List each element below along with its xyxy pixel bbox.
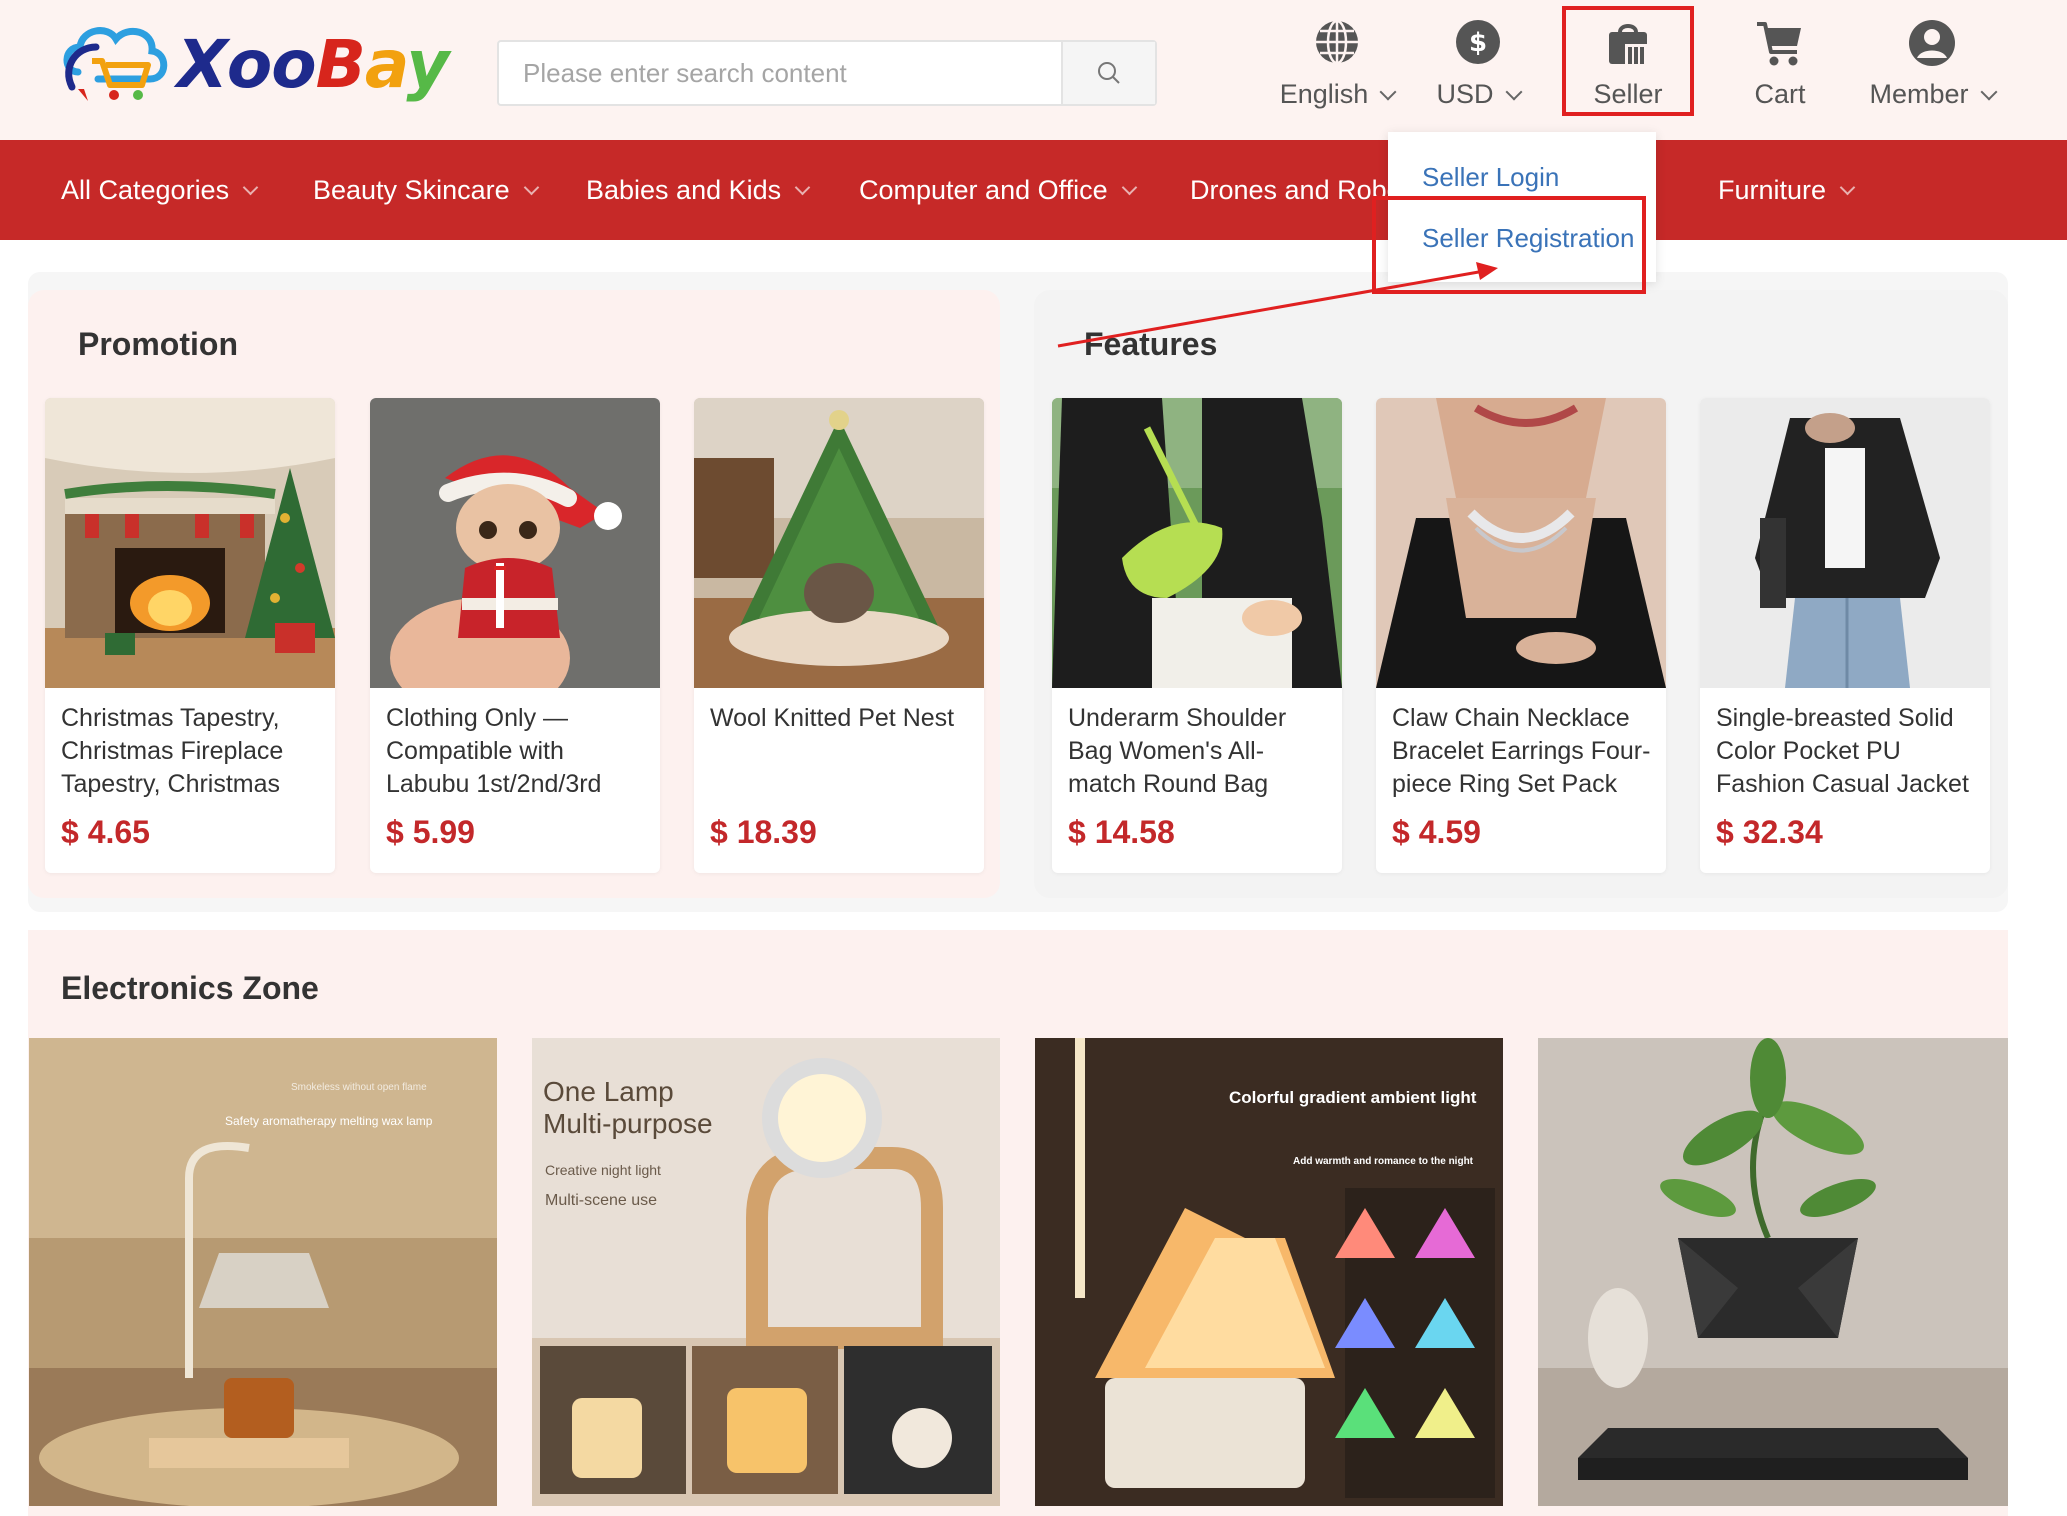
seller-annotation-box [1562, 6, 1694, 116]
nav-computer-office[interactable]: Computer and Office [859, 140, 1137, 240]
electronics-caption: Multi-purpose [543, 1108, 713, 1139]
category-nav: All Categories Beauty Skincare Babies an… [0, 140, 2067, 240]
logo-y: y [406, 25, 449, 103]
currency-selector[interactable]: $ USD [1428, 18, 1528, 110]
nav-babies-kids[interactable]: Babies and Kids [586, 140, 811, 240]
logo[interactable]: XooBay [58, 14, 449, 114]
nav-furniture[interactable]: Furniture [1718, 140, 1856, 240]
chevron-down-icon [523, 179, 539, 195]
product-price: $ 5.99 [386, 814, 475, 850]
electronics-caption: Add warmth and romance to the night [1293, 1156, 1474, 1167]
nav-all-categories[interactable]: All Categories [61, 140, 259, 240]
logo-b: B [315, 25, 366, 103]
search-bar [497, 40, 1157, 106]
member-label: Member [1869, 79, 1969, 109]
header: XooBay English $ USD [0, 0, 2067, 140]
search-button[interactable] [1061, 42, 1155, 104]
features-title: Features [1084, 326, 1218, 362]
product-image [1700, 398, 1990, 688]
electronics-image-one-lamp[interactable]: One Lamp Multi-purpose Creative night li… [532, 1038, 1000, 1506]
search-icon [1098, 62, 1120, 84]
electronics-caption: One Lamp [543, 1076, 674, 1107]
user-avatar-icon [1909, 20, 1955, 66]
chevron-down-icon [1379, 83, 1397, 100]
product-price: $ 4.65 [61, 814, 150, 850]
seller-registration-annotation-box [1372, 196, 1646, 294]
cart-link[interactable]: Cart [1730, 18, 1830, 110]
electronics-caption: Smokeless without open flame [291, 1082, 427, 1093]
nav-label: Beauty Skincare [313, 174, 510, 205]
nav-beauty-skincare[interactable]: Beauty Skincare [313, 140, 539, 240]
product-card[interactable]: Single-breasted Solid Color Pocket PU Fa… [1700, 398, 1990, 873]
product-name: Christmas Tapestry, Christmas Fireplace … [61, 704, 284, 798]
product-image [370, 398, 660, 688]
product-name: Single-breasted Solid Color Pocket PU Fa… [1716, 704, 1969, 798]
logo-a: a [364, 25, 408, 103]
chevron-down-icon [1121, 179, 1137, 195]
electronics-caption: Safety aromatherapy melting wax lamp [225, 1114, 433, 1128]
electronics-caption: Colorful gradient ambient light [1229, 1088, 1477, 1107]
product-price: $ 14.58 [1068, 814, 1175, 850]
product-image [45, 398, 335, 688]
product-price: $ 18.39 [710, 814, 817, 850]
language-label: English [1279, 79, 1369, 109]
product-card[interactable]: Underarm Shoulder Bag Women's All-match … [1052, 398, 1342, 873]
chevron-down-icon [1505, 83, 1522, 100]
dollar-icon: $ [1456, 20, 1500, 64]
chevron-down-icon [1839, 179, 1856, 195]
product-card[interactable]: Claw Chain Necklace Bracelet Earrings Fo… [1376, 398, 1666, 873]
product-name: Wool Knitted Pet Nest [710, 704, 955, 732]
svg-text:$: $ [1469, 28, 1487, 58]
promotion-title: Promotion [78, 326, 238, 362]
product-name: Claw Chain Necklace Bracelet Earrings Fo… [1392, 704, 1651, 798]
cart-logo-icon [58, 17, 173, 112]
electronics-image-levitating-planter[interactable] [1538, 1038, 2008, 1506]
product-name: Clothing Only — Compatible with Labubu 1… [386, 704, 602, 798]
product-image [694, 398, 984, 688]
nav-label: Computer and Office [859, 174, 1108, 205]
product-price: $ 32.34 [1716, 814, 1823, 850]
nav-label: Babies and Kids [586, 174, 782, 205]
electronics-caption: Multi-scene use [545, 1192, 658, 1209]
electronics-title: Electronics Zone [61, 970, 319, 1006]
logo-text: XooBay [177, 25, 449, 103]
product-card[interactable]: Clothing Only — Compatible with Labubu 1… [370, 398, 660, 873]
currency-label: USD [1436, 79, 1494, 109]
chevron-down-icon [1980, 83, 1998, 100]
search-input[interactable] [499, 42, 1061, 104]
product-card[interactable]: Christmas Tapestry, Christmas Fireplace … [45, 398, 335, 873]
product-image [1376, 398, 1666, 688]
cart-label: Cart [1754, 79, 1806, 109]
nav-label: All Categories [61, 174, 230, 205]
product-price: $ 4.59 [1392, 814, 1481, 850]
logo-xoo: Xoo [177, 25, 317, 103]
nav-label: Furniture [1718, 174, 1827, 205]
globe-icon [1316, 19, 1358, 65]
chevron-down-icon [794, 179, 811, 195]
product-image [1052, 398, 1342, 688]
electronics-image-wax-lamp[interactable]: Smokeless without open flame Safety arom… [29, 1038, 497, 1506]
product-name: Underarm Shoulder Bag Women's All-match … [1068, 704, 1287, 798]
chevron-down-icon [242, 179, 259, 195]
product-card[interactable]: Wool Knitted Pet Nest $ 18.39 [694, 398, 984, 873]
language-selector[interactable]: English [1262, 18, 1412, 110]
electronics-image-ambient-light[interactable]: Colorful gradient ambient light Add warm… [1035, 1038, 1503, 1506]
cart-icon [1757, 22, 1801, 66]
member-menu[interactable]: Member [1862, 18, 2002, 110]
electronics-caption: Creative night light [545, 1162, 661, 1178]
seller-login-link[interactable]: Seller Login [1422, 162, 1559, 193]
